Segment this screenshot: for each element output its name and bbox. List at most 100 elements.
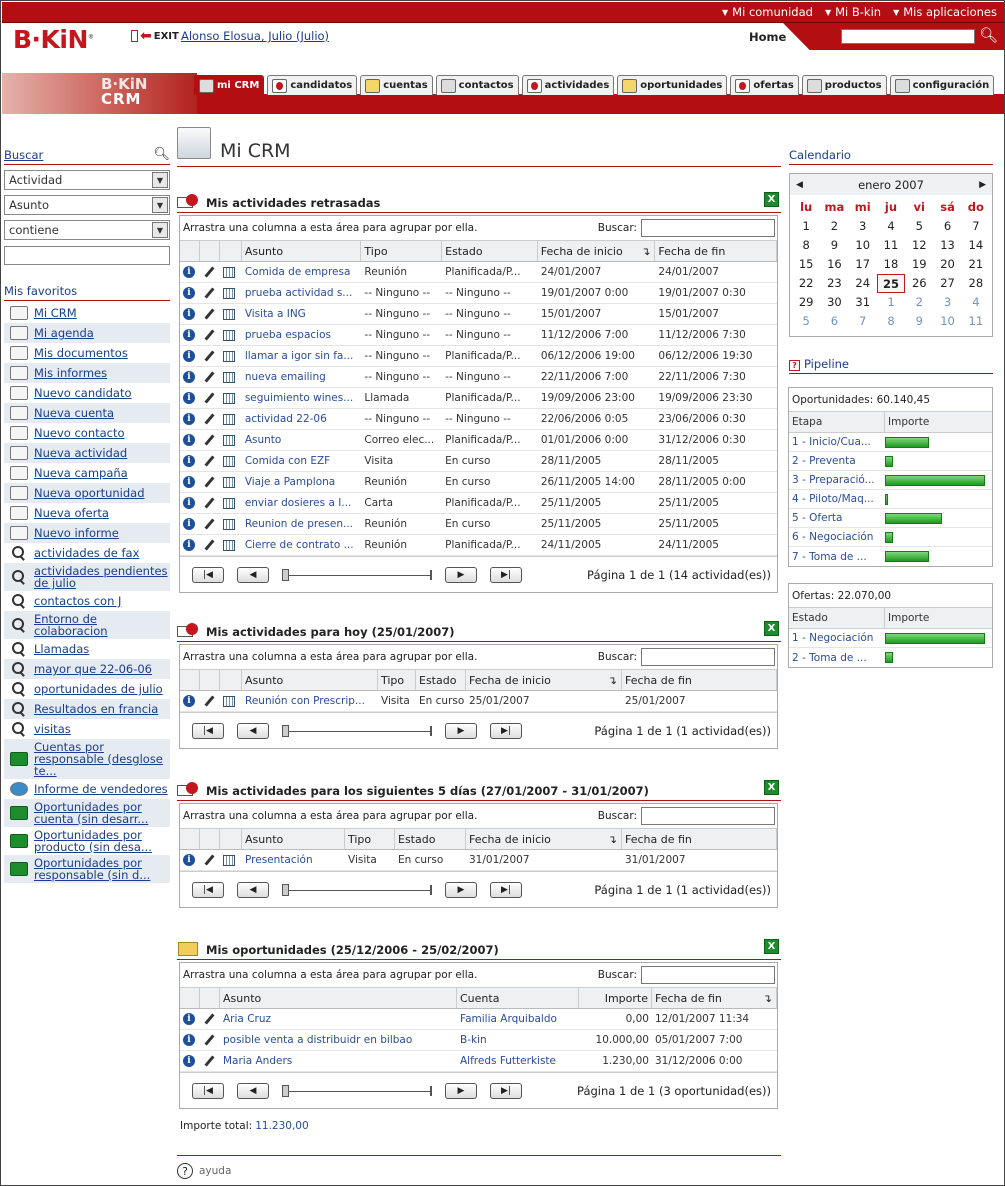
first-page-button[interactable]: |◀ xyxy=(192,722,224,739)
offer-state-label[interactable]: 1 - Negociación xyxy=(789,629,885,647)
calendar-day[interactable]: 30 xyxy=(820,293,848,312)
info-icon[interactable]: i xyxy=(183,371,195,383)
edit-pencil-icon[interactable] xyxy=(203,455,215,467)
cell-asunto[interactable]: Reunión con Prescrip... xyxy=(242,691,378,711)
row-detail-cell[interactable] xyxy=(220,850,242,870)
cell-asunto[interactable]: Presentación xyxy=(242,850,345,870)
column-header-fecha-de-inicio[interactable]: Fecha de inicio ↴ xyxy=(538,241,656,261)
favorite-item[interactable]: Llamadas xyxy=(4,639,170,659)
edit-pencil-icon[interactable] xyxy=(203,434,215,446)
cell-asunto[interactable]: Aria Cruz xyxy=(220,1009,457,1029)
calendar-day[interactable]: 8 xyxy=(877,312,905,331)
row-info-cell[interactable]: i xyxy=(180,409,200,429)
pipeline-stage-label[interactable]: 5 - Oferta xyxy=(789,509,885,527)
edit-pencil-icon[interactable] xyxy=(203,329,215,341)
first-page-button[interactable]: |◀ xyxy=(192,881,224,898)
calendar-day[interactable]: 15 xyxy=(792,255,820,274)
cell-asunto[interactable]: Comida de empresa xyxy=(242,262,362,282)
edit-pencil-icon[interactable] xyxy=(203,476,215,488)
info-icon[interactable]: i xyxy=(183,476,195,488)
row-info-cell[interactable]: i xyxy=(180,304,200,324)
edit-pencil-icon[interactable] xyxy=(203,1013,215,1025)
detail-grid-icon[interactable] xyxy=(222,308,235,320)
pipeline-stage-label[interactable]: 2 - Preventa xyxy=(789,452,885,470)
slider-thumb[interactable] xyxy=(282,568,289,581)
pipeline-stage-label[interactable]: 1 - Inicio/Cua... xyxy=(789,433,885,451)
cell-asunto[interactable]: nueva emailing xyxy=(242,367,362,387)
table-row[interactable]: i actividad 22-06 -- Ninguno -- -- Ninguno … xyxy=(180,409,777,430)
prev-page-button[interactable]: ◀ xyxy=(237,881,269,898)
column-header-cuenta[interactable]: Cuenta xyxy=(457,988,579,1008)
column-header-asunto[interactable]: Asunto xyxy=(242,241,362,261)
info-icon[interactable]: i xyxy=(183,287,195,299)
info-icon[interactable]: i xyxy=(183,518,195,530)
favorite-item[interactable]: Entorno de colaboracion xyxy=(4,611,170,639)
favorite-item[interactable]: Oportunidades por responsable (sin d... xyxy=(4,855,170,883)
row-info-cell[interactable]: i xyxy=(180,514,200,534)
search-icon[interactable]: 🔍︎ xyxy=(153,147,170,162)
bkin-logo[interactable]: B·KiN® xyxy=(13,25,94,54)
row-edit-cell[interactable] xyxy=(200,430,220,450)
table-row[interactable]: i nueva emailing -- Ninguno -- -- Ninguno -… xyxy=(180,367,777,388)
group-by-area[interactable]: Arrastra una columna a esta área para ag… xyxy=(180,216,777,240)
column-header-tipo[interactable]: Tipo xyxy=(378,670,416,690)
row-edit-cell[interactable] xyxy=(200,535,220,555)
user-name-link[interactable]: Alonso Elosua, Julio (Julio) xyxy=(181,29,329,43)
row-edit-cell[interactable] xyxy=(200,472,220,492)
favorite-item[interactable]: mayor que 22-06-06 xyxy=(4,659,170,679)
detail-grid-icon[interactable] xyxy=(222,434,235,446)
info-icon[interactable]: i xyxy=(183,308,195,320)
column-header-tipo[interactable]: Tipo xyxy=(361,241,443,261)
row-info-cell[interactable]: i xyxy=(180,346,200,366)
sort-desc-icon[interactable]: ↴ xyxy=(608,674,617,687)
info-icon[interactable]: i xyxy=(183,497,195,509)
table-row[interactable]: i llamar a igor sin fa... -- Ninguno -- Pla… xyxy=(180,346,777,367)
row-detail-cell[interactable] xyxy=(220,388,242,408)
column-header-estado[interactable]: Estado xyxy=(442,241,538,261)
info-icon[interactable]: i xyxy=(183,266,195,278)
calendar-day[interactable]: 27 xyxy=(933,274,961,293)
next-month-icon[interactable]: ▶ xyxy=(979,180,986,190)
row-edit-cell[interactable] xyxy=(200,388,220,408)
calendar-day[interactable]: 7 xyxy=(849,312,877,331)
column-header-fecha-de-fin[interactable]: Fecha de fin xyxy=(655,241,777,261)
row-detail-cell[interactable] xyxy=(220,367,242,387)
grid-search-input[interactable] xyxy=(641,648,775,666)
entity-select[interactable]: Actividad ▼ xyxy=(4,170,170,190)
cell-asunto[interactable]: seguimiento wines... xyxy=(242,388,362,408)
calendar-day[interactable]: 1 xyxy=(792,217,820,236)
table-row[interactable]: i Viaje a Pamplona Reunión En curso 26/11/20… xyxy=(180,472,777,493)
edit-pencil-icon[interactable] xyxy=(203,308,215,320)
table-row[interactable]: i posible venta a distribuidr en bilbao B-… xyxy=(180,1030,777,1051)
info-icon[interactable]: i xyxy=(183,854,195,866)
search-value-input[interactable] xyxy=(4,246,170,265)
page-slider[interactable] xyxy=(282,724,432,737)
edit-pencil-icon[interactable] xyxy=(203,518,215,530)
row-edit-cell[interactable] xyxy=(200,346,220,366)
edit-pencil-icon[interactable] xyxy=(203,1055,215,1067)
top-link-2[interactable]: ▼ Mis aplicaciones xyxy=(893,5,997,19)
table-row[interactable]: i seguimiento wines... Llamada Planificada/… xyxy=(180,388,777,409)
row-edit-cell[interactable] xyxy=(200,262,220,282)
table-row[interactable]: i Visita a ING -- Ninguno -- -- Ninguno -- 1… xyxy=(180,304,777,325)
calendar-day[interactable]: 26 xyxy=(905,274,933,293)
calendar-day[interactable]: 11 xyxy=(962,312,990,331)
calendar-day[interactable]: 13 xyxy=(933,236,961,255)
row-info-cell[interactable]: i xyxy=(180,388,200,408)
row-detail-cell[interactable] xyxy=(220,691,242,711)
row-detail-cell[interactable] xyxy=(220,472,242,492)
favorite-item[interactable]: Oportunidades por cuenta (sin desarr... xyxy=(4,799,170,827)
cell-asunto[interactable]: prueba actividad s... xyxy=(242,283,362,303)
home-link[interactable]: Home xyxy=(749,30,786,44)
calendar-day[interactable]: 10 xyxy=(849,236,877,255)
row-edit-cell[interactable] xyxy=(200,1030,220,1050)
column-header-fecha-de-fin[interactable]: Fecha de fin xyxy=(622,670,777,690)
row-detail-cell[interactable] xyxy=(220,514,242,534)
pipeline-stage-label[interactable]: 7 - Toma de ... xyxy=(789,547,885,566)
prev-page-button[interactable]: ◀ xyxy=(237,566,269,583)
table-row[interactable]: i enviar dosieres a I... Carta Planificada/… xyxy=(180,493,777,514)
offer-state-label[interactable]: 2 - Toma de ... xyxy=(789,648,885,667)
sort-desc-icon[interactable]: ↴ xyxy=(641,245,650,258)
row-edit-cell[interactable] xyxy=(200,367,220,387)
favorite-item[interactable]: Mi agenda xyxy=(4,323,170,343)
